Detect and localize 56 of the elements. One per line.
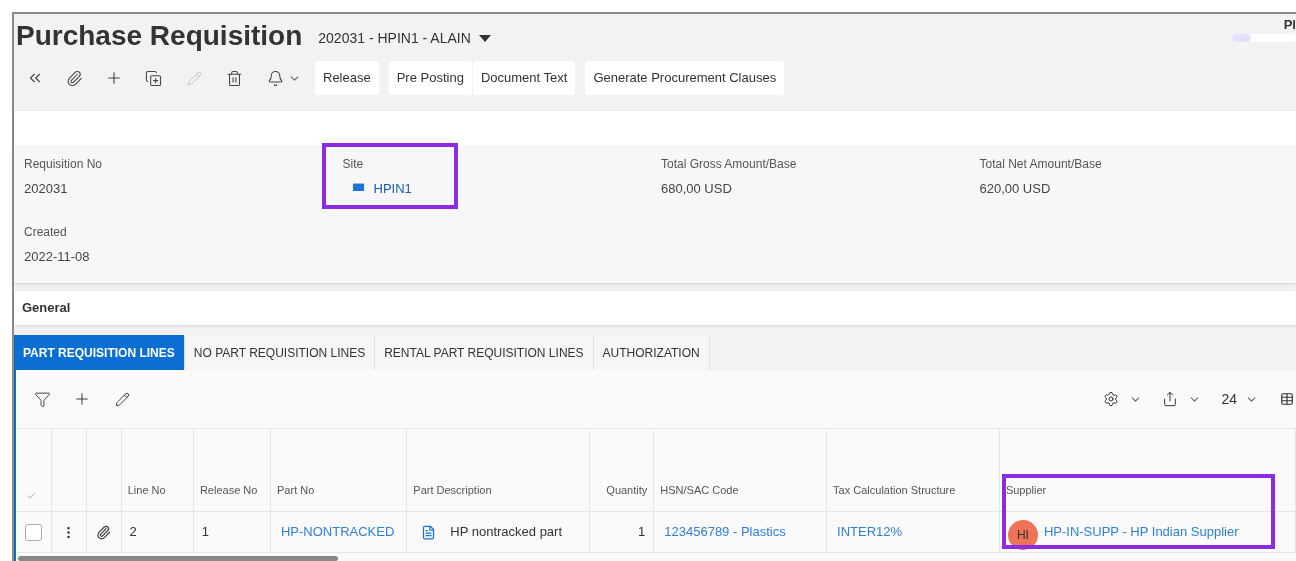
table-icon[interactable]	[1280, 392, 1294, 406]
tab[interactable]: NO PART REQUISITION LINES	[184, 335, 376, 370]
delete-icon[interactable]	[226, 69, 243, 87]
bell-icon[interactable]	[267, 69, 284, 87]
monitor-icon	[350, 181, 366, 197]
field-value: 620,00 USD	[979, 180, 1051, 198]
column-header[interactable]: Line No	[127, 481, 166, 498]
paperclip-icon[interactable]	[66, 69, 83, 87]
section-title: General	[22, 299, 71, 318]
field-label: Created	[24, 224, 68, 241]
column-header[interactable]: Quantity	[606, 481, 648, 498]
row-checkbox[interactable]	[24, 523, 42, 541]
column-header[interactable]: Part Description	[413, 481, 492, 498]
page-size-selector[interactable]: 24	[1221, 388, 1237, 410]
column-header[interactable]: Tax Calculation Structure	[833, 481, 956, 498]
table-cell-text: 1	[201, 523, 209, 542]
add-icon[interactable]	[73, 390, 91, 408]
add-icon[interactable]	[105, 69, 123, 87]
paperclip-icon[interactable]	[96, 524, 112, 540]
field-value: HPIN1	[373, 180, 412, 198]
filter-icon[interactable]	[34, 390, 51, 408]
column-header[interactable]: Supplier	[1005, 481, 1047, 498]
field-label: Total Gross Amount/Base	[661, 156, 798, 173]
field-label: Total Net Amount/Base	[979, 156, 1103, 173]
scrollbar[interactable]	[18, 556, 338, 561]
settings-icon[interactable]	[1103, 391, 1120, 407]
tab[interactable]: PART REQUISITION LINES	[14, 335, 185, 370]
duplicate-icon[interactable]	[145, 69, 162, 87]
record-selector[interactable]: 202031 - HPIN1 - ALAIN	[318, 28, 491, 49]
toolbar-button[interactable]: Document Text	[472, 61, 576, 95]
field-value: 202031	[24, 180, 68, 198]
page-title: Purchase Requisition	[16, 22, 303, 50]
supplier-link[interactable]: HP-IN-SUPP - HP Indian Supplier	[1043, 522, 1239, 542]
field-label: Requisition No	[24, 156, 104, 173]
tab[interactable]: AUTHORIZATION	[593, 335, 710, 370]
table-cell-text: 1	[638, 523, 646, 542]
tab[interactable]: RENTAL PART REQUISITION LINES	[375, 335, 594, 370]
document-icon	[421, 524, 437, 540]
corner-text: Pl	[1283, 16, 1296, 34]
table-cell-text: HP nontracked part	[450, 523, 563, 542]
table-link[interactable]: HP-NONTRACKED	[280, 522, 395, 542]
table-link[interactable]: 123456789 - Plastics	[664, 522, 786, 542]
column-header[interactable]: Release No	[199, 481, 258, 498]
dropdown-icon	[478, 35, 491, 42]
field-value: 2022-11-08	[24, 248, 90, 266]
column-header[interactable]: Part No	[277, 481, 315, 498]
toolbar-button[interactable]: Release	[315, 61, 379, 95]
toolbar-button[interactable]: Generate Procurement Clauses	[585, 61, 785, 95]
edit-icon[interactable]	[115, 391, 130, 407]
column-header[interactable]: HSN/SAC Code	[660, 481, 739, 498]
table-cell-text: 2	[129, 523, 137, 542]
table-link[interactable]: INTER12%	[837, 522, 903, 542]
field-label: Site	[342, 156, 365, 173]
toolbar-button[interactable]: Pre Posting	[388, 61, 472, 95]
export-icon[interactable]	[1162, 391, 1179, 407]
field-value: 680,00 USD	[661, 180, 732, 198]
